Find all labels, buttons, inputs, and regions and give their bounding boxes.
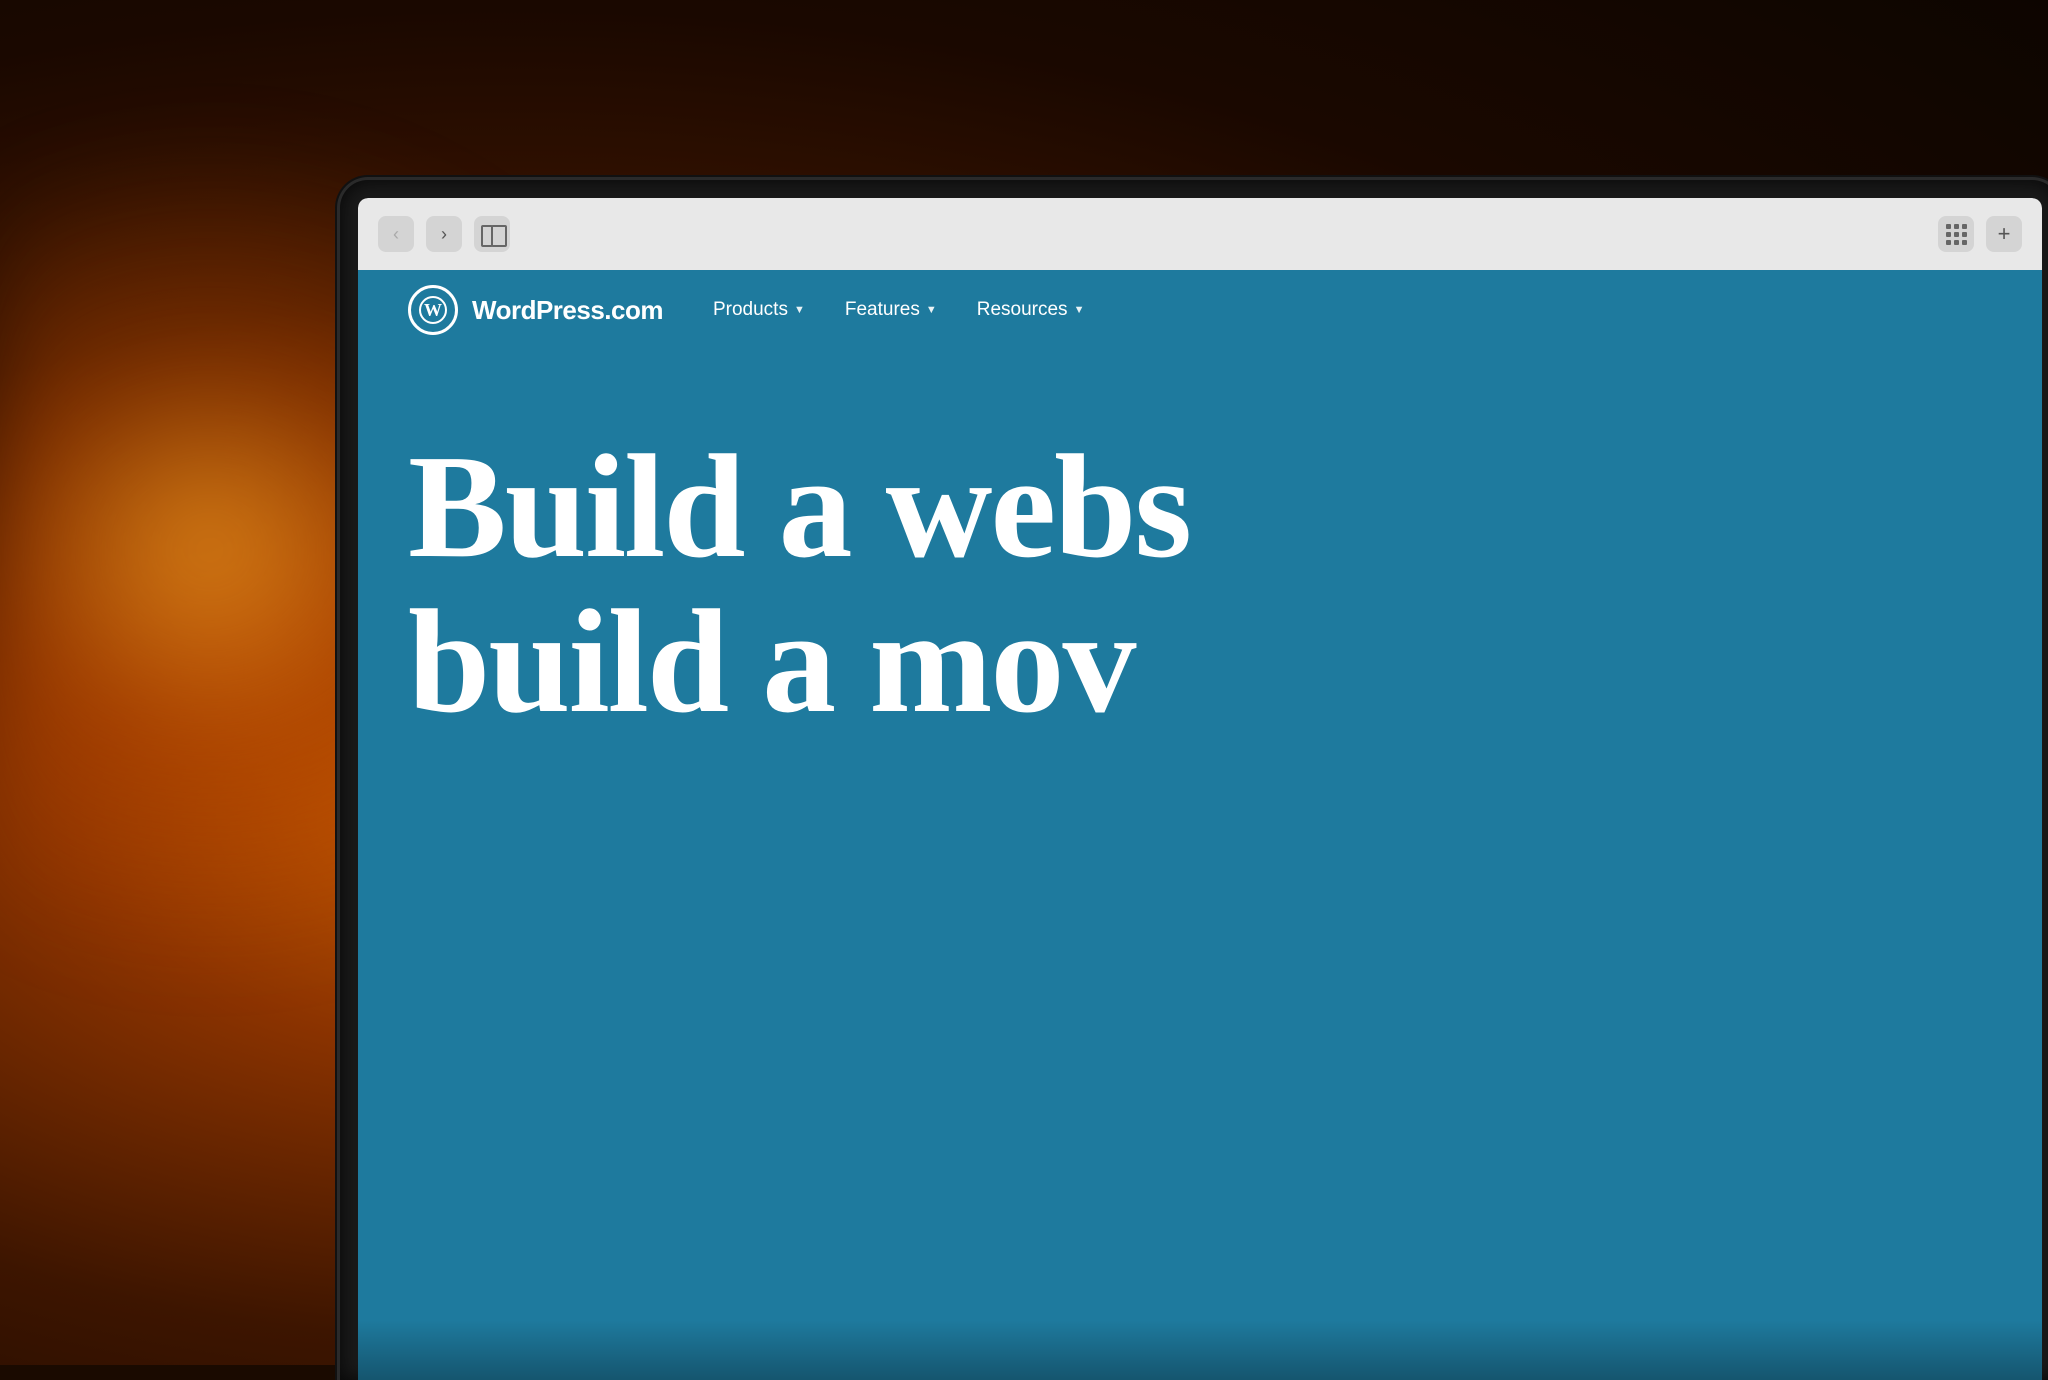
nav-resources-label: Resources	[977, 299, 1068, 321]
sidebar-icon	[481, 225, 503, 243]
resources-dropdown-arrow: ▼	[1074, 304, 1085, 316]
wp-logo-icon: W	[408, 285, 458, 335]
screen-bezel: ‹ ›	[358, 198, 2042, 1380]
forward-button[interactable]: ›	[426, 216, 462, 252]
forward-icon: ›	[441, 224, 447, 245]
sidebar-button[interactable]	[474, 216, 510, 252]
hero-line-2: build a mov	[408, 585, 1992, 740]
svg-text:W: W	[424, 300, 442, 320]
laptop-frame: ‹ ›	[340, 180, 2048, 1380]
grid-icon	[1946, 224, 1967, 245]
bottom-fade	[358, 1320, 2042, 1380]
wp-navbar: W WordPress.com Products ▼ Features ▼	[358, 270, 2042, 350]
grid-button[interactable]	[1938, 216, 1974, 252]
nav-item-resources[interactable]: Resources ▼	[977, 299, 1085, 321]
nav-item-products[interactable]: Products ▼	[713, 299, 805, 321]
wp-logo[interactable]: W WordPress.com	[408, 285, 663, 335]
hero-line-1: Build a webs	[408, 430, 1992, 585]
add-tab-button[interactable]: +	[1986, 216, 2022, 252]
back-button[interactable]: ‹	[378, 216, 414, 252]
wp-hero-section: Build a webs build a mov	[358, 350, 2042, 741]
back-icon: ‹	[393, 224, 399, 245]
browser-chrome: ‹ ›	[358, 198, 2042, 270]
wordpress-w-icon: W	[419, 296, 447, 324]
website-content: W WordPress.com Products ▼ Features ▼	[358, 270, 2042, 1380]
wp-nav-items: Products ▼ Features ▼ Resources ▼	[713, 299, 1084, 321]
wp-logo-text: WordPress.com	[472, 295, 663, 326]
features-dropdown-arrow: ▼	[926, 304, 937, 316]
nav-item-features[interactable]: Features ▼	[845, 299, 937, 321]
wp-hero-title: Build a webs build a mov	[408, 430, 1992, 741]
add-icon: +	[1998, 221, 2011, 247]
nav-features-label: Features	[845, 299, 920, 321]
products-dropdown-arrow: ▼	[794, 304, 805, 316]
nav-products-label: Products	[713, 299, 788, 321]
